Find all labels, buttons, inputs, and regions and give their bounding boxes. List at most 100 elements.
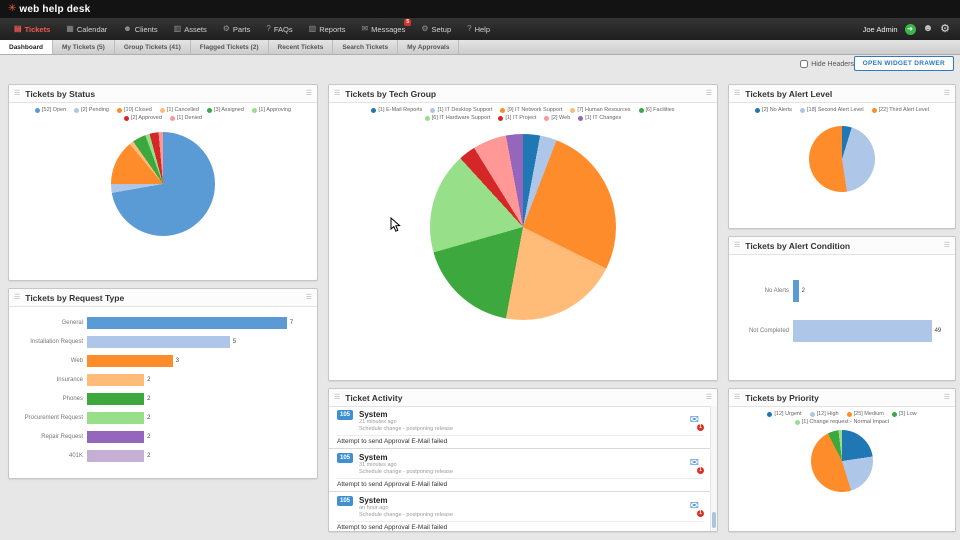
hide-headers-checkbox[interactable] xyxy=(800,60,809,68)
bar-track: 7 xyxy=(87,316,309,329)
drag-handle-icon[interactable]: ☰ xyxy=(734,394,740,401)
user-profile-icon[interactable]: ☻ xyxy=(923,24,934,34)
activity-item[interactable]: 105 System an hour ago Schedule change - po… xyxy=(329,492,711,531)
tickets-by-request-type-bar-chart[interactable]: General 7 Installation Request 5 Web 3 Insuran… xyxy=(9,307,317,465)
mail-icon-wrap[interactable]: ✉ 1 xyxy=(690,496,704,517)
menu-item-faqs[interactable]: ? FAQs xyxy=(258,18,300,40)
legend-item: [7] Human Resources xyxy=(570,107,631,113)
legend-color-dot xyxy=(809,411,815,417)
tab-my-tickets-5[interactable]: My Tickets (5) xyxy=(53,40,115,54)
widget-menu-icon[interactable]: ☰ xyxy=(944,394,950,401)
legend-label: [52] Open xyxy=(41,107,67,113)
legend-item: [9] IT Network Support xyxy=(500,107,562,113)
menu-item-setup[interactable]: ⚙ Setup xyxy=(413,18,459,40)
widget-tickets-by-alert-condition: ☰ Tickets by Alert Condition ☰ No Alerts… xyxy=(728,236,956,381)
menu-item-label: Assets xyxy=(184,24,207,34)
tab-group-tickets-41[interactable]: Group Tickets (41) xyxy=(115,40,191,54)
drag-handle-icon[interactable]: ☰ xyxy=(734,242,740,249)
widget-tickets-by-alert-level: ☰ Tickets by Alert Level ☰ [2] No Alerts… xyxy=(728,84,956,229)
bar-value-label: 49 xyxy=(934,328,942,334)
settings-gear-icon[interactable]: ⚙ xyxy=(940,23,950,35)
bar-row-web: Web 3 xyxy=(11,351,309,370)
drag-handle-icon[interactable]: ☰ xyxy=(334,394,340,401)
bar-category-label: Repair Request xyxy=(41,433,83,440)
legend-label: [7] Human Resources xyxy=(577,107,631,113)
legend-item: [10] Closed xyxy=(116,107,152,113)
widget-menu-icon[interactable]: ☰ xyxy=(306,294,312,301)
activity-header: 105 System an hour ago Schedule change - po… xyxy=(337,496,704,519)
activity-item[interactable]: 105 System 31 minutes ago Schedule change -… xyxy=(329,449,711,492)
widget-menu-icon[interactable]: ☰ xyxy=(706,394,712,401)
tickets-by-alert-level-pie-chart[interactable] xyxy=(809,126,875,192)
menu-item-assets[interactable]: ▥ Assets xyxy=(166,18,215,40)
drag-handle-icon[interactable]: ☰ xyxy=(14,294,20,301)
legend-color-dot xyxy=(891,411,897,417)
tickets-by-tech-group-pie-chart[interactable] xyxy=(430,134,616,320)
activity-actor: System xyxy=(359,453,388,462)
widget-menu-icon[interactable]: ☰ xyxy=(706,90,712,97)
activity-detail: Attempt to send Approval E-Mail failed xyxy=(337,435,703,448)
menu-item-reports[interactable]: ▧ Reports xyxy=(301,18,354,40)
logout-icon[interactable]: ➜ xyxy=(904,23,916,35)
drag-handle-icon[interactable]: ☰ xyxy=(14,90,20,97)
tab-my-approvals[interactable]: My Approvals xyxy=(398,40,460,54)
widget-menu-icon[interactable]: ☰ xyxy=(306,90,312,97)
legend-color-dot xyxy=(578,115,584,121)
bar xyxy=(87,316,287,329)
bar-category-label: Insurance xyxy=(56,376,83,383)
bar-track: 2 xyxy=(87,430,309,443)
legend-color-dot xyxy=(544,115,550,121)
tab-dashboard[interactable]: Dashboard xyxy=(0,40,53,54)
bar xyxy=(87,354,173,367)
parts-icon: ⚙ xyxy=(222,24,230,33)
drag-handle-icon[interactable]: ☰ xyxy=(734,90,740,97)
bar-value-label: 2 xyxy=(801,288,805,294)
legend-label: [25] Medium xyxy=(853,411,884,417)
menu-item-tickets[interactable]: ▤ Tickets xyxy=(6,18,58,40)
widget-ticket-activity: ☰ Ticket Activity ☰ 105 System 21 minutes … xyxy=(328,388,718,532)
activity-scrollbar-thumb[interactable] xyxy=(712,512,716,528)
menu-item-clients[interactable]: ☻ Clients xyxy=(115,18,165,40)
widget-title: Tickets by Alert Level xyxy=(745,88,833,99)
tickets-by-priority-pie-chart[interactable] xyxy=(811,430,873,492)
hide-headers-control[interactable]: Hide Headers xyxy=(800,60,854,68)
tab-recent-tickets[interactable]: Recent Tickets xyxy=(269,40,334,54)
drag-handle-icon[interactable]: ☰ xyxy=(334,90,340,97)
ticket-number-badge[interactable]: 105 xyxy=(337,453,354,463)
open-widget-drawer-button[interactable]: OPEN WIDGET DRAWER xyxy=(853,56,954,71)
tab-flagged-tickets-2[interactable]: Flagged Tickets (2) xyxy=(191,40,269,54)
tickets-by-alert-condition-bar-chart[interactable]: No Alerts 2 Not Completed 49 xyxy=(729,255,955,351)
menu-item-messages[interactable]: ✉ Messages 5 xyxy=(353,18,413,40)
ticket-number-badge[interactable]: 105 xyxy=(337,496,354,506)
legend-label: [22] Third Alert Level xyxy=(878,107,929,113)
app-logo: web help desk xyxy=(19,3,91,15)
bar-value-label: 7 xyxy=(289,319,294,326)
menu-item-parts[interactable]: ⚙ Parts xyxy=(215,18,259,40)
legend-color-dot xyxy=(371,107,377,113)
legend-item: [18] Second Alert Level xyxy=(800,107,864,113)
ticket-number-badge[interactable]: 105 xyxy=(337,410,354,420)
tab-search-tickets[interactable]: Search Tickets xyxy=(333,40,399,54)
activity-action: Schedule change - postponing release xyxy=(359,512,453,518)
legend-color-dot xyxy=(871,107,877,113)
legend-label: [3] Assigned xyxy=(213,107,244,113)
legend-label: [10] Closed xyxy=(123,107,152,113)
menu-item-calendar[interactable]: ▦ Calendar xyxy=(58,18,115,40)
activity-item[interactable]: 105 System 21 minutes ago Schedule change -… xyxy=(329,406,711,449)
activity-timestamp: 31 minutes ago xyxy=(359,462,397,468)
widget-menu-icon[interactable]: ☰ xyxy=(944,242,950,249)
tickets-by-status-pie-chart[interactable] xyxy=(111,132,215,236)
status-chart-legend: [52] Open [2] Pending [10] Closed [1] Cance… xyxy=(9,103,317,121)
mail-icon-wrap[interactable]: ✉ 1 xyxy=(690,410,704,431)
hide-headers-label: Hide Headers xyxy=(811,60,854,68)
widget-menu-icon[interactable]: ☰ xyxy=(944,90,950,97)
tech-group-chart-legend: [1] E-Mail Reports [1] IT Desktop Support… xyxy=(329,103,717,121)
mail-icon-wrap[interactable]: ✉ 1 xyxy=(690,453,704,474)
bar-row-not-completed: Not Completed 49 xyxy=(731,311,947,351)
menu-item-help[interactable]: ? Help xyxy=(459,18,498,40)
activity-detail: Attempt to send Approval E-Mail failed xyxy=(337,521,703,531)
legend-item: [1] IT Desktop Support xyxy=(430,107,492,113)
activity-scrollbar[interactable] xyxy=(710,406,717,531)
bar xyxy=(87,392,145,405)
bar-row-insurance: Insurance 2 xyxy=(11,370,309,389)
